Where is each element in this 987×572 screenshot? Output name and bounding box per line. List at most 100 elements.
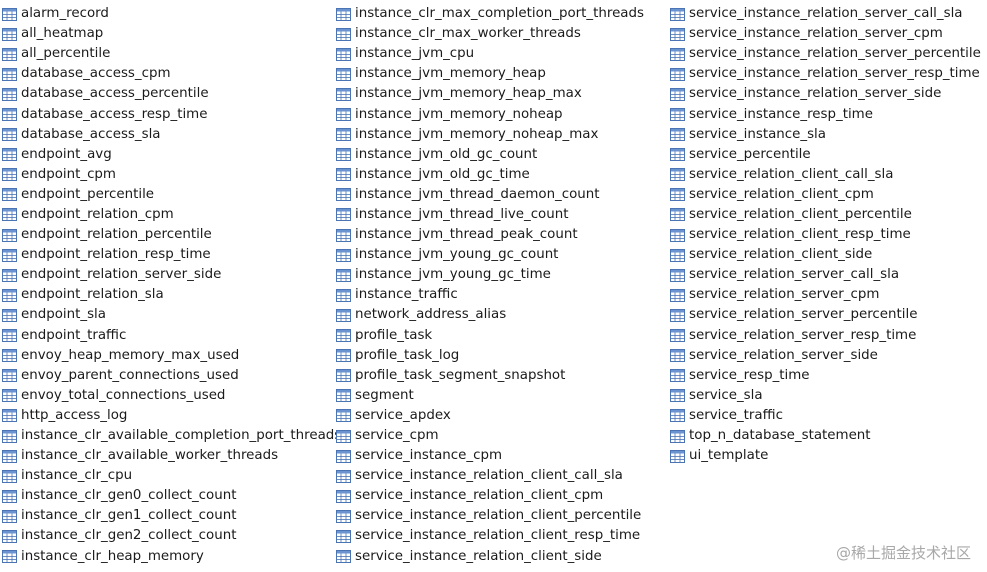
list-item[interactable]: service_instance_relation_client_side [336, 547, 644, 567]
list-item[interactable]: service_instance_sla [670, 125, 981, 145]
list-item[interactable]: service_instance_relation_server_cpm [670, 24, 981, 44]
list-item[interactable]: endpoint_cpm [2, 165, 341, 185]
list-item-label: all_heatmap [21, 26, 104, 42]
list-item[interactable]: service_instance_relation_client_resp_ti… [336, 526, 644, 546]
list-item[interactable]: endpoint_traffic [2, 326, 341, 346]
list-item[interactable]: service_relation_client_resp_time [670, 225, 981, 245]
list-item[interactable]: envoy_heap_memory_max_used [2, 346, 341, 366]
list-item[interactable]: service_relation_server_cpm [670, 285, 981, 305]
list-item[interactable]: instance_clr_available_completion_port_t… [2, 426, 341, 446]
list-item[interactable]: service_relation_server_side [670, 346, 981, 366]
table-icon [336, 248, 351, 262]
list-item[interactable]: service_apdex [336, 406, 644, 426]
list-item[interactable]: service_relation_client_percentile [670, 205, 981, 225]
list-item[interactable]: endpoint_relation_percentile [2, 225, 341, 245]
list-item[interactable]: instance_jvm_young_gc_time [336, 265, 644, 285]
list-item[interactable]: instance_jvm_thread_live_count [336, 205, 644, 225]
list-item[interactable]: service_instance_resp_time [670, 104, 981, 124]
list-item[interactable]: endpoint_sla [2, 305, 341, 325]
list-item[interactable]: instance_clr_gen0_collect_count [2, 486, 341, 506]
list-item[interactable]: endpoint_relation_cpm [2, 205, 341, 225]
list-item[interactable]: instance_clr_max_worker_threads [336, 24, 644, 44]
list-item[interactable]: endpoint_relation_server_side [2, 265, 341, 285]
table-icon [2, 308, 17, 322]
table-icon [336, 7, 351, 21]
list-item[interactable]: profile_task_log [336, 346, 644, 366]
table-icon [670, 67, 685, 81]
list-item[interactable]: envoy_parent_connections_used [2, 366, 341, 386]
table-icon [670, 329, 685, 343]
list-item[interactable]: service_instance_relation_client_call_sl… [336, 466, 644, 486]
list-item[interactable]: service_sla [670, 386, 981, 406]
list-item[interactable]: service_instance_relation_client_cpm [336, 486, 644, 506]
list-item-label: http_access_log [21, 407, 128, 423]
list-item[interactable]: instance_jvm_memory_noheap [336, 104, 644, 124]
table-icon [670, 148, 685, 162]
list-item[interactable]: instance_jvm_old_gc_count [336, 145, 644, 165]
list-item[interactable]: http_access_log [2, 406, 341, 426]
list-item[interactable]: service_relation_client_cpm [670, 185, 981, 205]
list-item[interactable]: service_percentile [670, 145, 981, 165]
table-icon [670, 349, 685, 363]
list-item[interactable]: alarm_record [2, 4, 341, 24]
list-item[interactable]: instance_clr_gen2_collect_count [2, 526, 341, 546]
list-item-label: segment [355, 387, 414, 403]
table-icon [2, 168, 17, 182]
list-item[interactable]: envoy_total_connections_used [2, 386, 341, 406]
list-item[interactable]: instance_jvm_thread_peak_count [336, 225, 644, 245]
list-item[interactable]: instance_jvm_thread_daemon_count [336, 185, 644, 205]
list-item[interactable]: segment [336, 386, 644, 406]
table-icon [670, 188, 685, 202]
list-item[interactable]: service_instance_relation_server_call_sl… [670, 4, 981, 24]
list-item[interactable]: database_access_cpm [2, 64, 341, 84]
list-item[interactable]: ui_template [670, 446, 981, 466]
list-item[interactable]: service_instance_relation_server_percent… [670, 44, 981, 64]
list-item[interactable]: instance_jvm_old_gc_time [336, 165, 644, 185]
list-item[interactable]: database_access_percentile [2, 84, 341, 104]
list-item[interactable]: service_traffic [670, 406, 981, 426]
list-item[interactable]: instance_clr_available_worker_threads [2, 446, 341, 466]
list-item[interactable]: instance_jvm_young_gc_count [336, 245, 644, 265]
list-item[interactable]: instance_clr_cpu [2, 466, 341, 486]
list-item[interactable]: profile_task_segment_snapshot [336, 366, 644, 386]
list-item[interactable]: service_relation_server_call_sla [670, 265, 981, 285]
list-item[interactable]: service_instance_relation_client_percent… [336, 506, 644, 526]
list-item[interactable]: endpoint_relation_sla [2, 285, 341, 305]
list-item[interactable]: service_instance_cpm [336, 446, 644, 466]
list-item[interactable]: database_access_resp_time [2, 104, 341, 124]
list-item[interactable]: service_resp_time [670, 366, 981, 386]
table-icon [336, 509, 351, 523]
list-item[interactable]: instance_jvm_memory_heap [336, 64, 644, 84]
list-item-label: instance_jvm_memory_heap_max [355, 86, 582, 102]
list-item[interactable]: network_address_alias [336, 305, 644, 325]
list-item[interactable]: instance_jvm_cpu [336, 44, 644, 64]
list-item[interactable]: instance_clr_heap_memory [2, 547, 341, 567]
list-item[interactable]: service_relation_server_resp_time [670, 326, 981, 346]
list-item-label: service_relation_client_cpm [689, 186, 874, 202]
table-icon [336, 208, 351, 222]
list-item[interactable]: service_instance_relation_server_side [670, 84, 981, 104]
list-item[interactable]: service_instance_relation_server_resp_ti… [670, 64, 981, 84]
list-item[interactable]: endpoint_percentile [2, 185, 341, 205]
list-item[interactable]: endpoint_avg [2, 145, 341, 165]
table-icon [670, 429, 685, 443]
list-item[interactable]: service_relation_client_side [670, 245, 981, 265]
list-item[interactable]: instance_traffic [336, 285, 644, 305]
list-item[interactable]: all_heatmap [2, 24, 341, 44]
list-item[interactable]: service_cpm [336, 426, 644, 446]
list-item[interactable]: service_relation_server_percentile [670, 305, 981, 325]
list-item[interactable]: instance_jvm_memory_heap_max [336, 84, 644, 104]
list-item-label: endpoint_relation_percentile [21, 227, 212, 243]
table-icon [2, 87, 17, 101]
list-item[interactable]: endpoint_relation_resp_time [2, 245, 341, 265]
list-item-label: service_relation_server_cpm [689, 287, 880, 303]
list-item[interactable]: instance_clr_max_completion_port_threads [336, 4, 644, 24]
list-item[interactable]: instance_jvm_memory_noheap_max [336, 125, 644, 145]
list-item[interactable]: database_access_sla [2, 125, 341, 145]
list-item[interactable]: service_relation_client_call_sla [670, 165, 981, 185]
list-item[interactable]: instance_clr_gen1_collect_count [2, 506, 341, 526]
list-item-label: instance_jvm_cpu [355, 46, 475, 62]
list-item[interactable]: profile_task [336, 326, 644, 346]
list-item[interactable]: all_percentile [2, 44, 341, 64]
list-item[interactable]: top_n_database_statement [670, 426, 981, 446]
